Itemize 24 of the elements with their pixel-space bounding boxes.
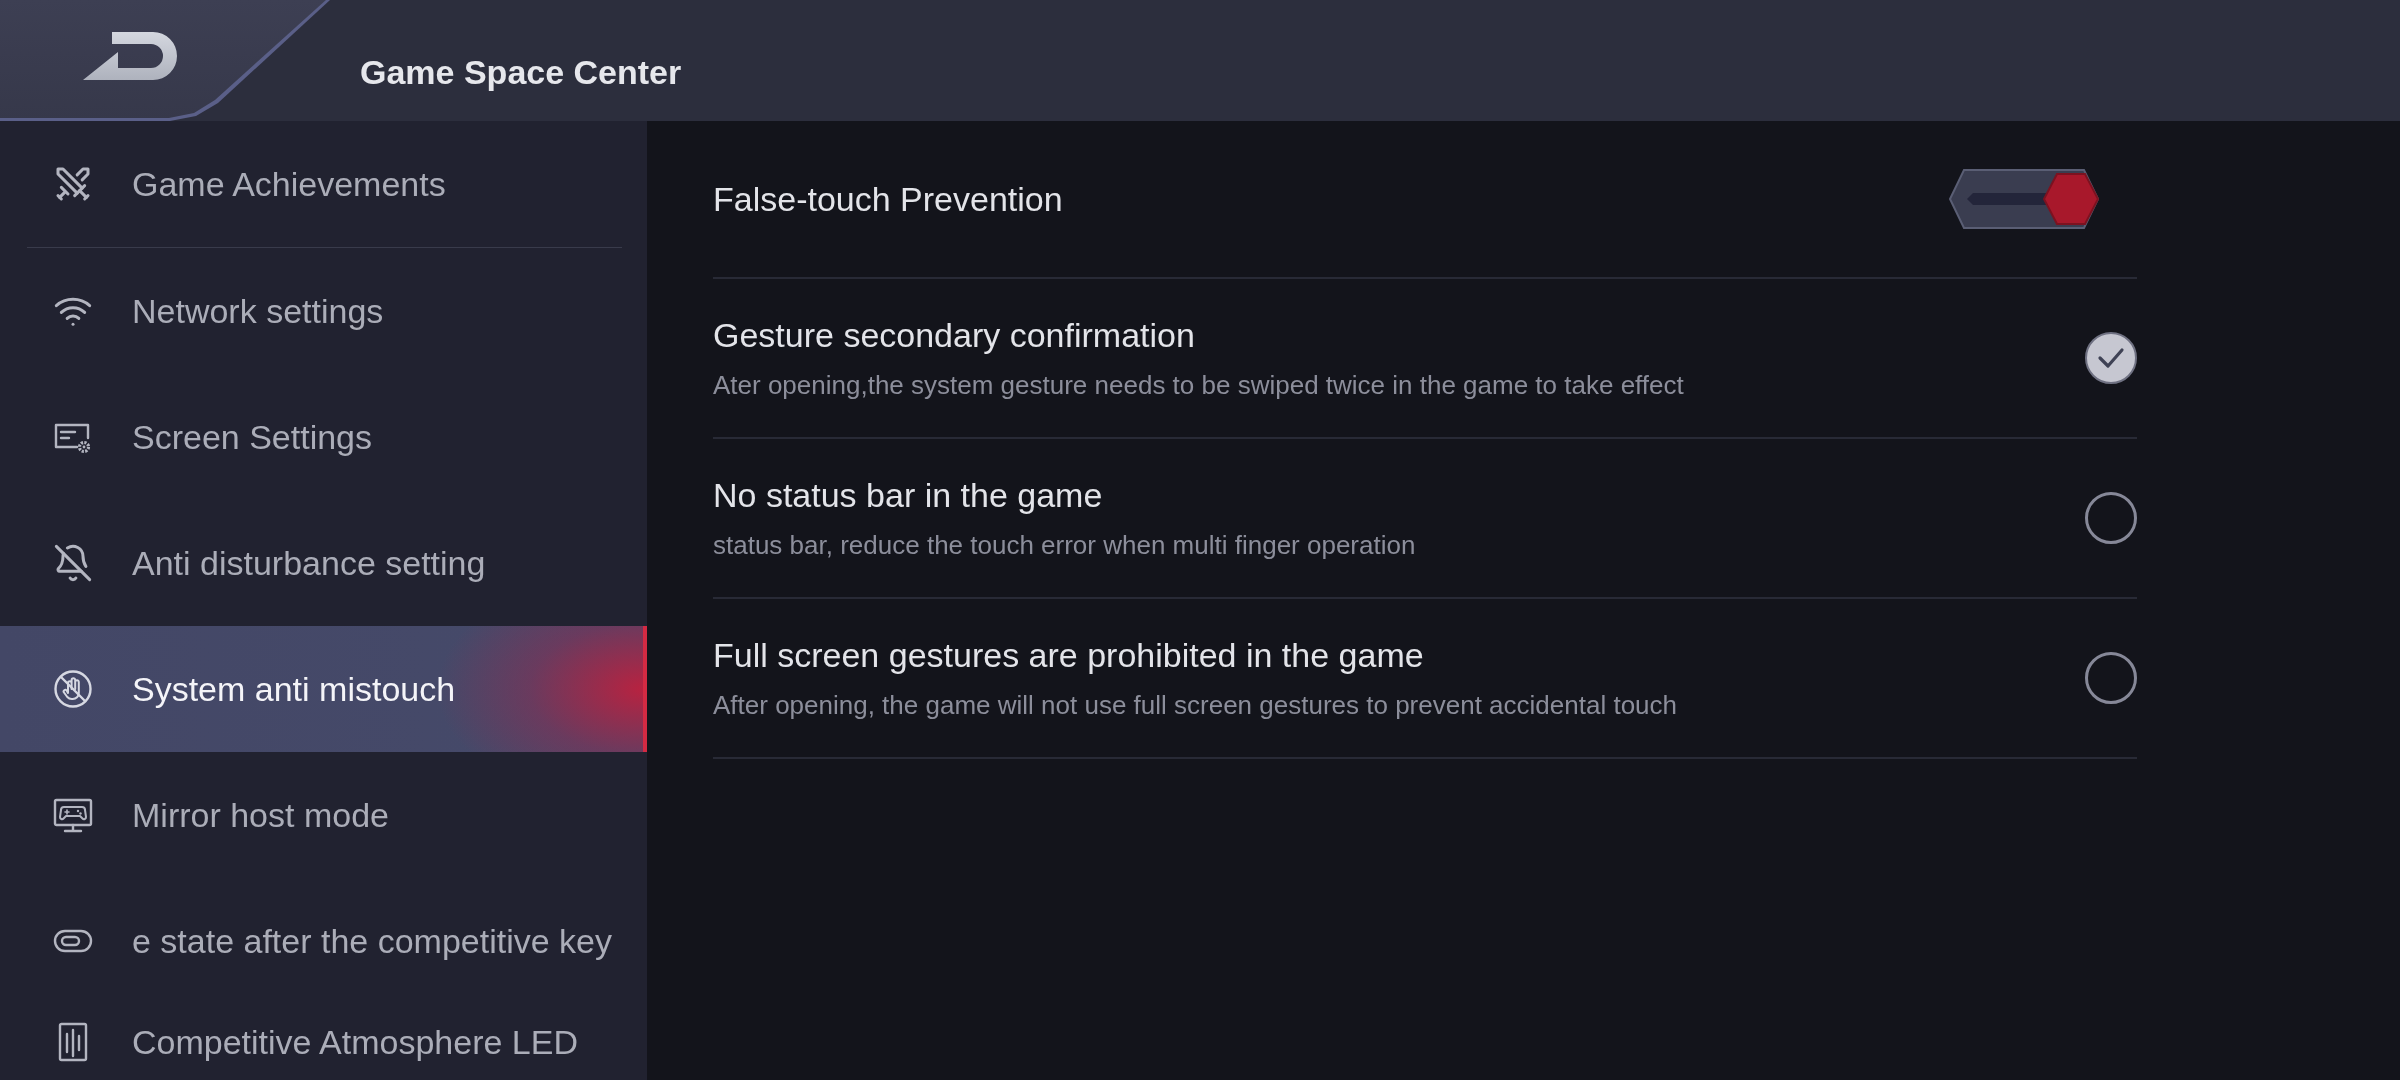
setting-title: No status bar in the game xyxy=(713,475,1103,515)
sidebar-item[interactable]: e state after the competitive key xyxy=(0,878,647,1004)
sidebar-item[interactable]: Competitive Atmosphere LED xyxy=(0,1004,647,1080)
check-icon xyxy=(2097,347,2125,369)
setting-title: Full screen gestures are prohibited in the game xyxy=(713,635,1424,675)
sidebar-item[interactable]: Mirror host mode xyxy=(0,752,647,878)
setting-description: After opening, the game will not use full screen gestures to prevent accidental touch xyxy=(713,689,1677,721)
setting-description: status bar, reduce the touch error when multi finger operation xyxy=(713,529,1416,561)
check-circle[interactable] xyxy=(2085,332,2137,384)
sidebar-item[interactable]: Screen Settings xyxy=(0,374,647,500)
sidebar-item[interactable]: System anti mistouch xyxy=(0,626,647,752)
setting-title: Gesture secondary confirmation xyxy=(713,315,1195,355)
setting-title: False-touch Prevention xyxy=(713,179,1063,219)
check-circle[interactable] xyxy=(2085,492,2137,544)
back-icon[interactable] xyxy=(83,32,177,80)
setting-description: Ater opening,the system gesture needs to be swiped twice in the game to take effect xyxy=(713,369,1684,401)
bell-off-icon xyxy=(53,543,93,583)
check-circle[interactable] xyxy=(2085,652,2137,704)
no-touch-icon xyxy=(53,669,93,709)
sidebar-item[interactable]: Game Achievements xyxy=(0,121,647,247)
sidebar-item[interactable]: Anti disturbance setting xyxy=(0,500,647,626)
sidebar-item[interactable]: Network settings xyxy=(0,248,647,374)
toggle-switch[interactable] xyxy=(1949,169,2099,229)
page-title: Game Space Center xyxy=(360,52,682,92)
